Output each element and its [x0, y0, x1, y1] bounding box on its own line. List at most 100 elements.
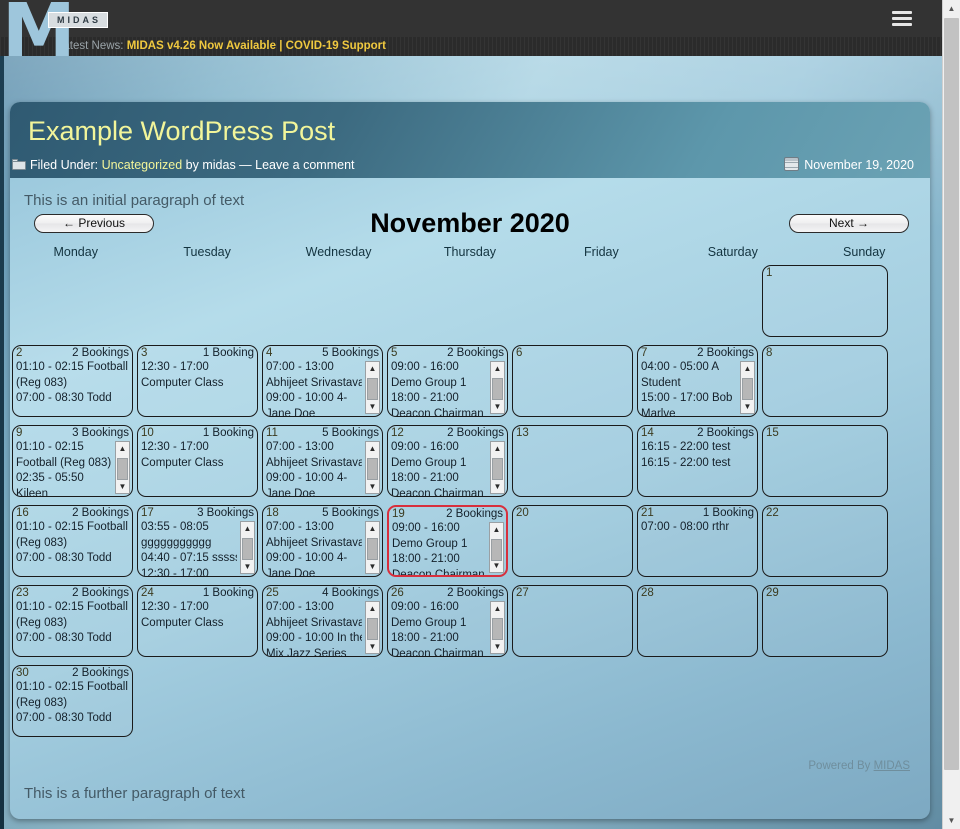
booking-entry[interactable]: Abhijeet Srivastava — [266, 536, 362, 552]
booking-entry[interactable]: 07:00 - 08:30 Todd — [16, 391, 129, 407]
calendar-day-28[interactable]: 28 — [637, 585, 758, 657]
cell-scroll-up-icon[interactable]: ▲ — [366, 442, 379, 455]
calendar-day-13[interactable]: 13 — [512, 425, 633, 497]
cell-scrollbar-thumb[interactable] — [492, 378, 503, 400]
booking-entry[interactable]: 12:30 - 17:00 — [141, 440, 254, 456]
cell-scrollbar-thumb[interactable] — [367, 618, 378, 640]
cell-scroll-down-icon[interactable]: ▼ — [490, 559, 503, 572]
next-month-button[interactable]: Next → — [789, 214, 909, 233]
booking-entry[interactable]: 03:55 - 08:05 — [141, 520, 237, 536]
calendar-day-24[interactable]: 24 1 Booking 12:30 - 17:00 Computer Class — [137, 585, 258, 657]
calendar-day-9[interactable]: 9 3 Bookings 01:10 - 02:15 Football (Reg 08… — [12, 425, 133, 497]
booking-entry[interactable]: 02:35 - 05:50 — [16, 471, 112, 487]
calendar-day-27[interactable]: 27 — [512, 585, 633, 657]
booking-entry[interactable]: 04:00 - 05:00 A — [641, 360, 737, 376]
booking-entry[interactable]: 18:00 - 21:00 — [392, 552, 486, 568]
calendar-day-10[interactable]: 10 1 Booking 12:30 - 17:00 Computer Class — [137, 425, 258, 497]
calendar-day-20[interactable]: 20 — [512, 505, 633, 577]
booking-entry[interactable]: 16:15 - 22:00 test — [641, 456, 754, 472]
calendar-day-14[interactable]: 14 2 Bookings 16:15 - 22:00 test 16:15 - 22… — [637, 425, 758, 497]
cell-scroll-down-icon[interactable]: ▼ — [741, 400, 754, 413]
calendar-day-4[interactable]: 4 5 Bookings 07:00 - 13:00 Abhijeet Srivast… — [262, 345, 383, 417]
booking-entry[interactable]: 01:10 - 02:15 — [16, 440, 112, 456]
hamburger-menu-icon[interactable] — [892, 11, 912, 27]
calendar-day-6[interactable]: 6 — [512, 345, 633, 417]
booking-entry[interactable]: Abhijeet Srivastava — [266, 376, 362, 392]
booking-entry[interactable]: Computer Class — [141, 376, 254, 392]
booking-entry[interactable]: 09:00 - 10:00 4- — [266, 471, 362, 487]
cell-scroll-up-icon[interactable]: ▲ — [116, 442, 129, 455]
booking-entry[interactable]: (Reg 083) — [16, 376, 129, 392]
booking-entry[interactable]: 18:00 - 21:00 — [391, 391, 487, 407]
cell-scroll-up-icon[interactable]: ▲ — [491, 362, 504, 375]
booking-entry[interactable]: 09:00 - 16:00 — [391, 360, 487, 376]
booking-entry[interactable]: Jane Doe — [266, 487, 362, 497]
day-cell-scrollbar[interactable]: ▲ ▼ — [490, 601, 505, 654]
calendar-day-18[interactable]: 18 5 Bookings 07:00 - 13:00 Abhijeet Srivas… — [262, 505, 383, 577]
booking-entry[interactable]: 18:00 - 21:00 — [391, 471, 487, 487]
calendar-day-1[interactable]: 1 — [762, 265, 888, 337]
cell-scroll-down-icon[interactable]: ▼ — [366, 480, 379, 493]
cell-scroll-down-icon[interactable]: ▼ — [491, 640, 504, 653]
calendar-day-2[interactable]: 2 2 Bookings 01:10 - 02:15 Football (Reg 08… — [12, 345, 133, 417]
booking-entry[interactable]: Demo Group 1 — [391, 616, 487, 632]
cell-scroll-down-icon[interactable]: ▼ — [366, 640, 379, 653]
booking-entry[interactable]: ggggggggggg — [141, 536, 237, 552]
booking-entry[interactable]: Deacon Chairman — [391, 407, 487, 417]
calendar-day-23[interactable]: 23 2 Bookings 01:10 - 02:15 Football (Reg 0… — [12, 585, 133, 657]
booking-entry[interactable]: 01:10 - 02:15 Football — [16, 520, 129, 536]
booking-entry[interactable]: 07:00 - 13:00 — [266, 360, 362, 376]
day-cell-scrollbar[interactable]: ▲ ▼ — [365, 361, 380, 414]
cell-scrollbar-thumb[interactable] — [492, 458, 503, 480]
scroll-up-button[interactable]: ▲ — [943, 0, 960, 17]
post-byline[interactable]: by midas — Leave a comment — [186, 158, 355, 172]
calendar-day-5[interactable]: 5 2 Bookings 09:00 - 16:00 Demo Group 1 18:0… — [387, 345, 508, 417]
booking-entry[interactable]: 01:10 - 02:15 Football — [16, 600, 129, 616]
booking-entry[interactable]: Football (Reg 083) — [16, 456, 112, 472]
booking-entry[interactable]: 09:00 - 16:00 — [391, 600, 487, 616]
booking-entry[interactable]: 07:00 - 08:30 Todd — [16, 631, 129, 647]
booking-entry[interactable]: 01:10 - 02:15 Football — [16, 360, 129, 376]
cell-scroll-down-icon[interactable]: ▼ — [491, 400, 504, 413]
booking-entry[interactable]: 07:00 - 13:00 — [266, 440, 362, 456]
booking-entry[interactable]: Jane Doe — [266, 567, 362, 577]
booking-entry[interactable]: Computer Class — [141, 456, 254, 472]
booking-entry[interactable]: 09:00 - 10:00 4- — [266, 391, 362, 407]
booking-entry[interactable]: 07:00 - 13:00 — [266, 600, 362, 616]
booking-entry[interactable]: 12:30 - 17:00 — [141, 567, 237, 577]
day-cell-scrollbar[interactable]: ▲ ▼ — [365, 601, 380, 654]
cell-scrollbar-thumb[interactable] — [491, 539, 502, 561]
cell-scroll-down-icon[interactable]: ▼ — [366, 400, 379, 413]
booking-entry[interactable]: 18:00 - 21:00 — [391, 631, 487, 647]
calendar-day-16[interactable]: 16 2 Bookings 01:10 - 02:15 Football (Reg 0… — [12, 505, 133, 577]
booking-entry[interactable]: 15:00 - 17:00 Bob — [641, 391, 737, 407]
booking-entry[interactable]: Abhijeet Srivastava — [266, 616, 362, 632]
category-link[interactable]: Uncategorized — [102, 158, 183, 172]
scrollbar-thumb[interactable] — [944, 18, 959, 770]
cell-scroll-up-icon[interactable]: ▲ — [490, 523, 503, 536]
calendar-day-30[interactable]: 30 2 Bookings 01:10 - 02:15 Football (Reg 0… — [12, 665, 133, 737]
calendar-day-15[interactable]: 15 — [762, 425, 888, 497]
news-link-covid[interactable]: COVID-19 Support — [286, 40, 386, 52]
midas-link[interactable]: MIDAS — [874, 760, 910, 772]
booking-entry[interactable]: Student — [641, 376, 737, 392]
booking-entry[interactable]: 01:10 - 02:15 Football — [16, 680, 129, 696]
news-link-version[interactable]: MIDAS v4.26 Now Available — [127, 40, 276, 52]
booking-entry[interactable]: Deacon Chairman — [391, 487, 487, 497]
calendar-day-22[interactable]: 22 — [762, 505, 888, 577]
cell-scroll-up-icon[interactable]: ▲ — [741, 362, 754, 375]
calendar-day-7[interactable]: 7 2 Bookings 04:00 - 05:00 A Student 15:00 -… — [637, 345, 758, 417]
booking-entry[interactable]: 12:30 - 17:00 — [141, 600, 254, 616]
booking-entry[interactable]: 07:00 - 08:30 Todd — [16, 551, 129, 567]
calendar-day-12[interactable]: 12 2 Bookings 09:00 - 16:00 Demo Group 1 18:… — [387, 425, 508, 497]
cell-scroll-down-icon[interactable]: ▼ — [116, 480, 129, 493]
cell-scroll-up-icon[interactable]: ▲ — [366, 362, 379, 375]
cell-scroll-up-icon[interactable]: ▲ — [491, 602, 504, 615]
day-cell-scrollbar[interactable]: ▲ ▼ — [740, 361, 755, 414]
booking-entry[interactable]: Marlve — [641, 407, 737, 417]
calendar-day-25[interactable]: 25 4 Bookings 07:00 - 13:00 Abhijeet Srivas… — [262, 585, 383, 657]
booking-entry[interactable]: (Reg 083) — [16, 536, 129, 552]
booking-entry[interactable]: 16:15 - 22:00 test — [641, 440, 754, 456]
calendar-day-29[interactable]: 29 — [762, 585, 888, 657]
cell-scrollbar-thumb[interactable] — [367, 378, 378, 400]
